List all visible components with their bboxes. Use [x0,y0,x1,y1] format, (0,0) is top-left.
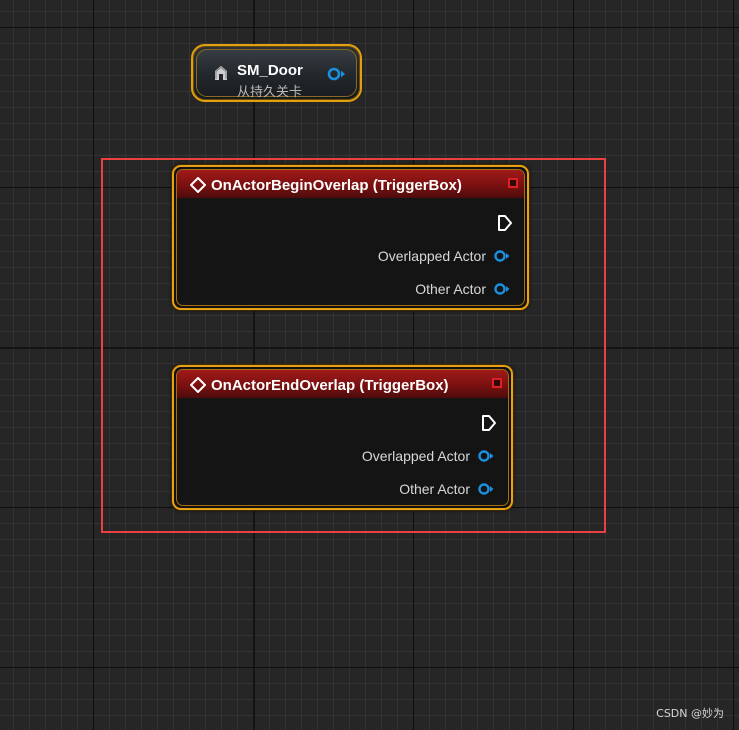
pin-label: Overlapped Actor [361,448,470,464]
event-node-end-overlap[interactable]: OnActorEndOverlap (TriggerBox) Overlappe… [172,365,513,510]
delegate-pin-icon[interactable] [508,178,518,188]
output-pin-other-actor[interactable]: Other Actor [399,479,494,499]
object-output-pin-icon[interactable] [494,250,510,262]
object-output-pin-icon[interactable] [478,483,494,495]
pin-label: Other Actor [415,281,486,297]
output-pin-overlapped-actor[interactable]: Overlapped Actor [378,246,510,266]
watermark: CSDN @妙为 [656,707,724,720]
event-diamond-icon [190,377,206,393]
output-pin-overlapped-actor[interactable]: Overlapped Actor [362,446,494,466]
node-header[interactable]: OnActorEndOverlap (TriggerBox) [177,370,508,398]
object-output-pin-icon[interactable] [494,283,510,295]
object-output-pin-icon[interactable] [327,67,347,81]
event-node-begin-overlap[interactable]: OnActorBeginOverlap (TriggerBox) Overlap… [172,165,529,310]
actor-reference-node[interactable]: SM_Door 从持久关卡 [191,44,362,102]
delegate-pin-icon[interactable] [492,378,502,388]
actor-reference-subtitle: 从持久关卡 [237,85,303,100]
actor-reference-body: SM_Door 从持久关卡 [196,49,357,100]
actor-reference-name: SM_Door [237,62,303,79]
node-body: OnActorEndOverlap (TriggerBox) Overlappe… [176,369,509,506]
pin-label: Other Actor [399,481,470,497]
node-body: OnActorBeginOverlap (TriggerBox) Overlap… [176,169,525,306]
output-pin-other-actor[interactable]: Other Actor [415,279,510,299]
node-title: OnActorEndOverlap (TriggerBox) [211,377,449,394]
actor-reference-icon [215,66,227,80]
pin-label: Overlapped Actor [377,248,486,264]
exec-output-pin-icon[interactable] [497,214,513,232]
exec-output-pin-icon[interactable] [481,414,497,432]
object-output-pin-icon[interactable] [478,450,494,462]
event-diamond-icon [190,177,206,193]
node-header[interactable]: OnActorBeginOverlap (TriggerBox) [177,170,524,198]
node-title: OnActorBeginOverlap (TriggerBox) [211,177,462,194]
